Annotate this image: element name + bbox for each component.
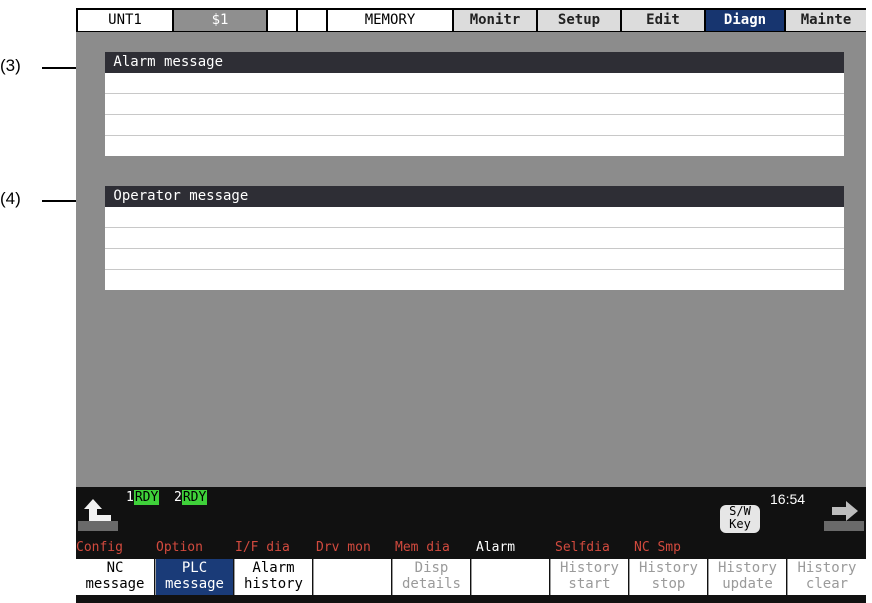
unit-label: UNT1 bbox=[78, 10, 172, 31]
key-label-line2: message bbox=[164, 576, 224, 592]
status-slot-2 bbox=[298, 10, 326, 31]
key-label-line1: Alarm bbox=[252, 560, 295, 576]
operator-row bbox=[105, 249, 844, 270]
history-start-key[interactable]: History start bbox=[550, 559, 628, 595]
key-label-line2: update bbox=[722, 576, 773, 592]
history-clear-key[interactable]: History clear bbox=[787, 559, 866, 595]
operator-row bbox=[105, 228, 844, 249]
sw-key-button[interactable]: S/W Key bbox=[720, 505, 760, 533]
key-label-line2: details bbox=[401, 576, 461, 592]
menu-edit[interactable]: Edit bbox=[622, 10, 704, 31]
key-label-line1: PLC bbox=[181, 560, 208, 576]
alarm-message-panel: Alarm message bbox=[105, 52, 844, 156]
history-update-key[interactable]: History update bbox=[708, 559, 786, 595]
history-stop-key[interactable]: History stop bbox=[629, 559, 707, 595]
nc-message-key[interactable]: NC message bbox=[76, 559, 154, 595]
operator-message-title: Operator message bbox=[105, 186, 844, 207]
submenu-option[interactable]: Option bbox=[156, 540, 203, 555]
bottom-area: 1RDY 2RDY S/W Key 16:54 Config Option I/… bbox=[76, 487, 866, 603]
key-label-line2: start bbox=[568, 576, 611, 592]
system-label: $1 bbox=[174, 10, 266, 31]
menu-diagn[interactable]: Diagn bbox=[706, 10, 784, 31]
key-label-line1: History bbox=[638, 560, 698, 576]
operator-row bbox=[105, 207, 844, 228]
menu-monitr[interactable]: Monitr bbox=[454, 10, 536, 31]
operator-row bbox=[105, 270, 844, 290]
alarm-history-key[interactable]: Alarm history bbox=[234, 559, 312, 595]
key-label-line1: Disp bbox=[414, 560, 449, 576]
menu-mainte[interactable]: Mainte bbox=[786, 10, 866, 31]
submenu-alarm[interactable]: Alarm bbox=[476, 540, 515, 555]
key-label-line2: history bbox=[243, 576, 303, 592]
key-label-line1: History bbox=[797, 560, 857, 576]
submenu-if-dia[interactable]: I/F dia bbox=[235, 540, 290, 555]
submenu-selfdia[interactable]: Selfdia bbox=[555, 540, 610, 555]
sub-menu-row: Config Option I/F dia Drv mon Mem dia Al… bbox=[76, 540, 866, 558]
alarm-row bbox=[105, 94, 844, 115]
axis-2-status: 2RDY bbox=[174, 490, 208, 505]
key-label-line2: message bbox=[85, 576, 145, 592]
key-label-line2: clear bbox=[805, 576, 849, 592]
key-label-line1: History bbox=[559, 560, 619, 576]
alarm-message-title: Alarm message bbox=[105, 52, 844, 73]
alarm-row bbox=[105, 136, 844, 156]
submenu-drv-mon[interactable]: Drv mon bbox=[316, 540, 371, 555]
blank-key-6-key[interactable] bbox=[471, 559, 549, 595]
submenu-nc-smp[interactable]: NC Smp bbox=[634, 540, 681, 555]
submenu-mem-dia[interactable]: Mem dia bbox=[395, 540, 450, 555]
key-label-line1: History bbox=[717, 560, 777, 576]
key-label-line1: NC bbox=[106, 560, 124, 576]
back-arrow-icon[interactable] bbox=[78, 493, 118, 533]
axis-1-status: 1RDY bbox=[126, 490, 160, 505]
alarm-row bbox=[105, 73, 844, 94]
mode-label: MEMORY bbox=[328, 10, 452, 31]
callout-label: (4) bbox=[0, 189, 21, 208]
callout-label: (3) bbox=[0, 56, 21, 75]
disp-details-key[interactable]: Disp details bbox=[392, 559, 470, 595]
plc-message-key[interactable]: PLC message bbox=[155, 559, 233, 595]
alarm-row bbox=[105, 115, 844, 136]
blank-key-4-key[interactable] bbox=[313, 559, 391, 595]
cnc-screen: UNT1 $1 MEMORY Monitr Setup Edit Diagn M… bbox=[76, 8, 866, 603]
top-bar: UNT1 $1 MEMORY Monitr Setup Edit Diagn M… bbox=[76, 8, 866, 32]
submenu-config[interactable]: Config bbox=[76, 540, 123, 555]
key-label-line2: stop bbox=[651, 576, 686, 592]
menu-setup[interactable]: Setup bbox=[538, 10, 620, 31]
next-arrow-icon[interactable] bbox=[824, 493, 864, 533]
clock: 16:54 bbox=[770, 491, 806, 507]
sw-key-label: S/W Key bbox=[729, 504, 751, 531]
operator-message-panel: Operator message bbox=[105, 186, 844, 290]
status-slot-1 bbox=[268, 10, 296, 31]
